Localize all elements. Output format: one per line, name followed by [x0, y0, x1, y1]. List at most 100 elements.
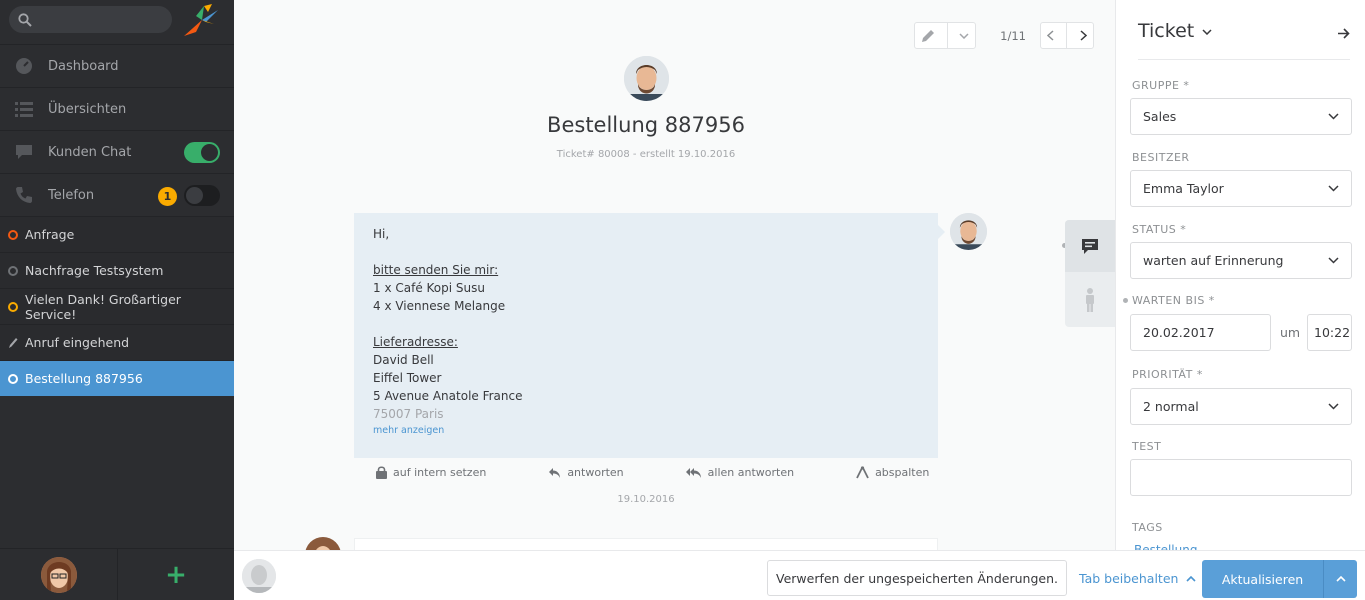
chevron-left-icon[interactable]	[1047, 30, 1054, 41]
tags-label: TAGS	[1132, 521, 1163, 534]
task-label: Nachfrage Testsystem	[25, 263, 164, 278]
next-article-avatar[interactable]	[305, 537, 341, 550]
lock-icon	[376, 466, 387, 479]
macro-button[interactable]	[914, 22, 977, 49]
status-dot-icon	[8, 373, 18, 384]
task-label: Bestellung 887956	[25, 371, 143, 386]
reply-all-label: allen antworten	[707, 466, 795, 479]
task-item[interactable]: Anfrage	[0, 216, 234, 252]
ticket-tab[interactable]	[1065, 220, 1115, 272]
phone-toggle[interactable]	[184, 185, 220, 206]
chevron-right-icon[interactable]	[1080, 30, 1087, 41]
app-logo[interactable]	[182, 2, 222, 42]
update-options-button[interactable]	[1324, 560, 1357, 598]
task-label: Vielen Dank! Großartiger Service!	[25, 291, 181, 322]
owner-value: Emma Taylor	[1143, 181, 1224, 196]
article-author-avatar[interactable]	[950, 213, 987, 250]
chevron-up-icon	[1186, 575, 1197, 582]
keep-tab-label: Tab beibehalten	[1079, 571, 1179, 586]
article-line: 5 Avenue Anatole France	[373, 389, 523, 403]
reply-all-action[interactable]: allen antworten	[685, 466, 795, 479]
search-input[interactable]	[9, 6, 172, 33]
chevron-down-icon	[1328, 257, 1339, 264]
nav-overviews[interactable]: Übersichten	[0, 87, 234, 130]
nav-phone[interactable]: Telefon 1	[0, 173, 234, 216]
chevron-down-icon	[1328, 185, 1339, 192]
ticket-zoom: 1/11 Bestellung 887956 Ticket# 80008 - e…	[234, 0, 1115, 550]
chevron-down-icon	[1328, 403, 1339, 410]
status-label: STATUS *	[1132, 223, 1187, 236]
pending-time-input[interactable]: 10:22	[1307, 314, 1352, 351]
keep-tab-button[interactable]: Tab beibehalten	[1079, 571, 1197, 586]
split-action[interactable]: abspalten	[856, 466, 929, 479]
bottom-bar: Verwerfen der ungespeicherten Änderungen…	[234, 550, 1365, 600]
article-line: 75007 Paris	[373, 407, 444, 421]
user-avatar[interactable]	[0, 549, 118, 600]
nav-customer-chat[interactable]: Kunden Chat	[0, 130, 234, 173]
nav-overviews-label: Übersichten	[48, 101, 127, 117]
chevron-down-icon[interactable]	[1202, 29, 1212, 35]
article-line: Hi,	[373, 227, 390, 241]
task-item[interactable]: Vielen Dank! Großartiger Service!	[0, 288, 234, 324]
pencil-icon	[922, 29, 935, 42]
avatar	[40, 556, 77, 593]
sidebar: Dashboard Übersichten Kunden Chat Telefo…	[0, 0, 234, 600]
phone-badge: 1	[158, 187, 177, 206]
article-line: 1 x Café Kopi Susu	[373, 281, 485, 295]
chat-toggle[interactable]	[184, 142, 220, 163]
nav-customer-chat-label: Kunden Chat	[48, 144, 132, 160]
reply-action[interactable]: antworten	[548, 466, 624, 479]
test-label: TEST	[1132, 440, 1162, 453]
article-line: Eiffel Tower	[373, 371, 442, 385]
show-more-link[interactable]: mehr anzeigen	[373, 422, 444, 440]
owner-label: BESITZER	[1132, 151, 1190, 164]
status-dot-icon	[8, 265, 18, 276]
task-item-active[interactable]: Bestellung 887956	[0, 360, 234, 396]
agent-avatar[interactable]	[242, 559, 276, 593]
status-dot-icon	[8, 301, 18, 312]
status-value: warten auf Erinnerung	[1143, 253, 1284, 268]
article-line: bitte senden Sie mir:	[373, 263, 499, 277]
task-list: Anfrage Nachfrage Testsystem Vielen Dank…	[0, 216, 234, 396]
reply-all-icon	[685, 467, 701, 478]
pager-nav	[1040, 22, 1094, 49]
list-icon	[0, 101, 48, 117]
task-item[interactable]: Nachfrage Testsystem	[0, 252, 234, 288]
new-ticket-button[interactable]: +	[118, 549, 234, 600]
at-label: um	[1280, 325, 1301, 340]
priority-value: 2 normal	[1143, 399, 1199, 414]
arrow-right-icon[interactable]	[1338, 28, 1350, 39]
ticket-title[interactable]: Bestellung 887956	[234, 113, 1058, 137]
task-item[interactable]: Anruf eingehend	[0, 324, 234, 360]
status-select[interactable]: warten auf Erinnerung	[1130, 242, 1352, 279]
ticket-meta: Ticket# 80008 - erstellt 19.10.2016	[556, 149, 736, 160]
pending-date-input[interactable]: 20.02.2017	[1130, 314, 1271, 351]
next-article	[354, 538, 938, 550]
pager-count: 1/11	[1000, 28, 1026, 43]
ticket-sidebar-title[interactable]: Ticket	[1138, 20, 1194, 42]
reply-icon	[549, 467, 561, 478]
nav-dashboard[interactable]: Dashboard	[0, 44, 234, 87]
owner-select[interactable]: Emma Taylor	[1130, 170, 1352, 207]
group-select[interactable]: Sales	[1130, 98, 1352, 135]
set-internal-action[interactable]: auf intern setzen	[376, 466, 486, 479]
update-button[interactable]: Aktualisieren	[1202, 560, 1357, 598]
article-date: 19.10.2016	[617, 494, 675, 505]
set-internal-label: auf intern setzen	[393, 466, 487, 479]
chat-icon	[0, 144, 48, 160]
tag-item[interactable]: Bestellung	[1134, 543, 1197, 550]
customer-avatar[interactable]	[624, 56, 669, 101]
dashboard-icon	[0, 57, 48, 75]
test-input[interactable]	[1130, 459, 1352, 496]
customer-tab[interactable]	[1065, 272, 1115, 327]
pending-till-label: WARTEN BIS *	[1132, 294, 1215, 307]
status-dot-icon	[8, 229, 18, 240]
discard-changes-button[interactable]: Verwerfen der ungespeicherten Änderungen…	[767, 560, 1067, 596]
split-label: abspalten	[875, 466, 930, 479]
article-line: Lieferadresse:	[373, 335, 458, 349]
task-label: Anfrage	[25, 227, 75, 242]
update-label: Aktualisieren	[1202, 560, 1324, 598]
pending-time-value: 10:22	[1314, 325, 1351, 340]
priority-select[interactable]: 2 normal	[1130, 388, 1352, 425]
group-value: Sales	[1143, 109, 1177, 124]
